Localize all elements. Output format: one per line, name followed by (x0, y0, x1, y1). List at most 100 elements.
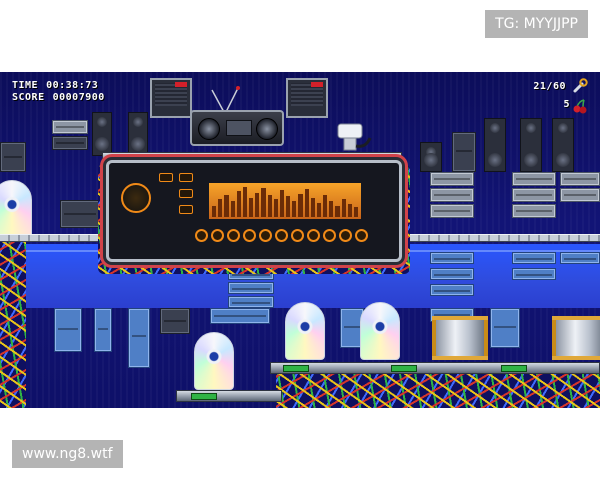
time-label: TIME (12, 80, 39, 91)
submerged-rack (128, 308, 150, 368)
background-rack (512, 204, 556, 218)
amplifier-left (150, 78, 192, 118)
spectrum-display (209, 183, 361, 219)
spectrum-bar (267, 194, 272, 217)
equalizer-button (179, 189, 193, 198)
spectrum-bar (347, 203, 352, 217)
equalizer-dial (291, 229, 304, 242)
background-rack (430, 188, 474, 202)
equalizer-dial (355, 229, 368, 242)
spectrum-bar (224, 194, 229, 217)
wrench-icon (573, 78, 588, 93)
submerged-rack (560, 252, 600, 264)
drum (552, 316, 600, 360)
spectrum-bar (230, 201, 235, 217)
background-rack (0, 142, 26, 172)
spectrum-bar (212, 205, 217, 217)
equalizer-dial (243, 229, 256, 242)
submerged-rack (430, 268, 474, 280)
equalizer-dial (323, 229, 336, 242)
score-value: 00007900 (52, 92, 105, 103)
background-rack (452, 132, 476, 172)
cd-collectible[interactable] (0, 180, 32, 238)
spectrum-bar (242, 186, 248, 217)
score-label: SCORE (12, 92, 45, 103)
background-rack (560, 172, 600, 186)
lives-counter: 5 (563, 99, 570, 110)
time-value: 00:38:73 (46, 80, 99, 91)
cd-collectible[interactable] (360, 302, 400, 360)
equalizer-dial (275, 229, 288, 242)
submerged-rack (54, 308, 82, 352)
submerged-rack (160, 308, 190, 334)
equalizer-dial (227, 229, 240, 242)
submerged-rack (94, 308, 112, 352)
background-speaker (92, 112, 112, 156)
spectrum-bar (249, 197, 254, 217)
game-viewport[interactable]: TIME 00:38:73 SCORE 00007900 21/60 5 (0, 72, 600, 408)
bottom-ledge[interactable] (176, 390, 282, 402)
walkway[interactable] (0, 234, 106, 242)
spectrum-bar (323, 194, 328, 217)
amplifier-right (286, 78, 328, 118)
watermark-bottom: www.ng8.wtf (12, 440, 123, 468)
background-rack (512, 188, 556, 202)
equalizer-button (179, 173, 193, 182)
spectrum-bar (353, 207, 359, 217)
spectrum-bar (304, 188, 309, 217)
equalizer-dial (339, 229, 352, 242)
background-speaker (128, 112, 148, 156)
spectrum-bar (298, 193, 303, 217)
submerged-rack (430, 284, 474, 296)
spectrum-bar (292, 201, 297, 217)
background-speaker (484, 118, 506, 172)
background-speaker (520, 118, 542, 172)
collectible-counter: 21/60 (533, 81, 566, 92)
submerged-rack (228, 296, 274, 308)
volume-knob (121, 183, 151, 213)
submerged-rack (512, 268, 556, 280)
equalizer-button (179, 205, 193, 214)
spectrum-bar (310, 197, 315, 217)
submerged-rack (490, 308, 520, 348)
boombox (190, 110, 284, 146)
background-speaker (552, 118, 574, 172)
spectrum-bar (255, 193, 260, 217)
equalizer-button (159, 173, 173, 182)
background-rack (52, 136, 88, 150)
spectrum-bar (218, 199, 223, 217)
spectrum-bar (335, 205, 340, 217)
watermark-top: TG: MYYJJPP (485, 10, 588, 38)
walkway[interactable] (400, 234, 600, 242)
spectrum-bar (329, 201, 334, 217)
spectrum-bar (261, 188, 266, 217)
equalizer-screen (106, 160, 402, 262)
cherry-icon (573, 99, 587, 114)
spectrum-bar (279, 189, 285, 217)
submerged-rack (512, 252, 556, 264)
background-rack (430, 172, 474, 186)
background-rack (560, 188, 600, 202)
spectrum-bar (286, 196, 291, 217)
plug-icon (337, 123, 372, 151)
equalizer-dial (259, 229, 272, 242)
timer-display: TIME 00:38:73 (12, 80, 98, 91)
background-rack (512, 172, 556, 186)
cable-tangle (0, 238, 26, 408)
submerged-rack (210, 308, 270, 324)
cd-collectible[interactable] (194, 332, 234, 390)
background-speaker (420, 142, 442, 172)
cable-tangle (276, 368, 600, 408)
spectrum-bar (341, 199, 346, 217)
drum (432, 316, 488, 360)
equalizer-dial (195, 229, 208, 242)
background-rack (60, 200, 100, 228)
background-rack (52, 120, 88, 134)
submerged-rack (228, 282, 274, 294)
cd-collectible[interactable] (285, 302, 325, 360)
submerged-rack (430, 252, 474, 264)
background-rack (430, 204, 474, 218)
lower-platform[interactable] (270, 362, 600, 374)
equalizer-dial (307, 229, 320, 242)
spectrum-bar (316, 202, 322, 217)
